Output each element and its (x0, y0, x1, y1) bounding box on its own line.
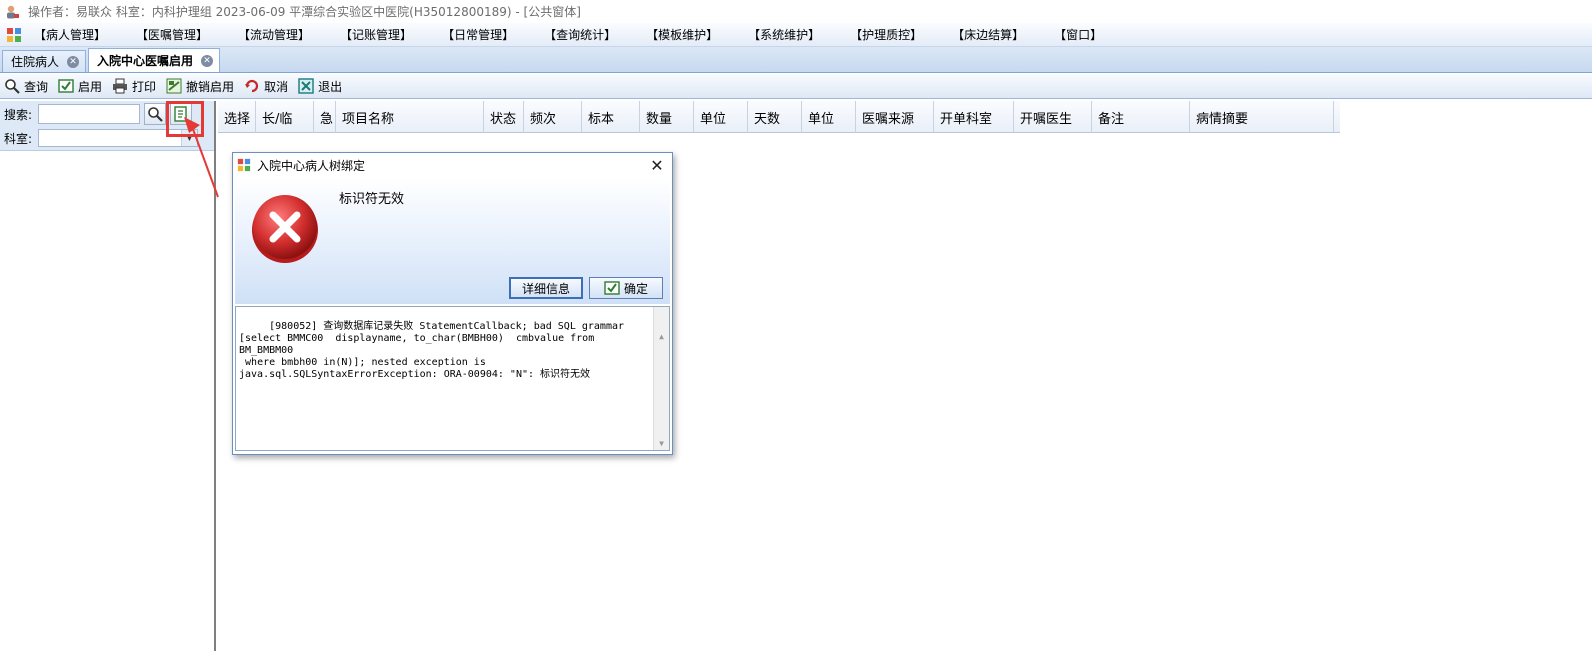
scroll-up-icon[interactable]: ▲ (654, 331, 669, 343)
tab-admission-order-enable[interactable]: 入院中心医嘱启用 ✕ (88, 48, 221, 72)
chevron-down-icon[interactable]: ▼ (181, 130, 197, 146)
col-item-name[interactable]: 项目名称 (336, 101, 484, 133)
enable-button-label: 启用 (78, 79, 103, 94)
col-ordering-dept[interactable]: 开单科室 (934, 101, 1014, 133)
col-status[interactable]: 状态 (484, 101, 524, 133)
menu-query-stats[interactable]: 【查询统计】 (544, 26, 616, 43)
menu-flow[interactable]: 【流动管理】 (238, 26, 310, 43)
query-button-label: 查询 (24, 79, 49, 94)
enable-button[interactable]: 启用 (58, 78, 102, 95)
cancel-enable-button-label: 撤销启用 (186, 79, 235, 94)
detail-scrollbar[interactable]: ▲ ▼ (653, 307, 669, 450)
col-unit[interactable]: 单位 (694, 101, 748, 133)
menu-bedside-settle[interactable]: 【床边结算】 (952, 26, 1024, 43)
search-button[interactable] (144, 103, 166, 125)
cancel-enable-button[interactable]: 撤销启用 (166, 78, 234, 95)
menu-billing[interactable]: 【记账管理】 (340, 26, 412, 43)
search-label: 搜索: (4, 107, 33, 122)
details-button[interactable]: 详细信息 (509, 277, 583, 299)
print-button[interactable]: 打印 (112, 78, 156, 95)
app-menu-icon[interactable] (6, 27, 22, 43)
col-condition-summary[interactable]: 病情摘要 (1190, 101, 1334, 133)
scroll-down-icon[interactable]: ▼ (654, 438, 669, 450)
menu-bar: 【病人管理】 【医嘱管理】 【流动管理】 【记账管理】 【日常管理】 【查询统计… (0, 23, 1592, 47)
undo-enable-icon (166, 78, 182, 94)
document-refresh-icon (174, 106, 187, 122)
dialog-title: 入院中心病人树绑定 (257, 158, 366, 173)
check-icon (604, 281, 620, 295)
exit-button-label: 退出 (318, 79, 343, 94)
menu-window[interactable]: 【窗口】 (1054, 26, 1102, 43)
menu-patient[interactable]: 【病人管理】 (34, 26, 106, 43)
dialog-titlebar: 入院中心病人树绑定 ✕ (233, 153, 672, 177)
order-grid-header: 选择 长/临 急 项目名称 状态 频次 标本 数量 单位 天数 单位 医嘱来源 … (218, 101, 1340, 133)
col-select[interactable]: 选择 (218, 101, 256, 133)
search-icon (148, 107, 163, 122)
dept-select[interactable]: ▼ (38, 129, 198, 147)
col-unit-2[interactable]: 单位 (802, 101, 856, 133)
error-detail-text: [980052] 查询数据库记录失败 StatementCallback; ba… (239, 321, 625, 380)
query-button[interactable]: 查询 (4, 78, 48, 95)
exit-button[interactable]: 退出 (298, 78, 342, 95)
app-menu-icon (237, 158, 251, 172)
search-row: 搜索: (4, 103, 192, 125)
printer-icon (113, 78, 128, 94)
col-specimen[interactable]: 标本 (582, 101, 640, 133)
check-icon (58, 79, 74, 93)
user-app-icon (7, 5, 19, 18)
tab-bar: 住院病人 ✕ 入院中心医嘱启用 ✕ (0, 47, 1592, 73)
col-frequency[interactable]: 频次 (524, 101, 582, 133)
col-quantity[interactable]: 数量 (640, 101, 694, 133)
col-ordering-doctor[interactable]: 开嘱医生 (1014, 101, 1092, 133)
dialog-body: 标识符无效 详细信息 确定 (235, 178, 670, 304)
menu-system[interactable]: 【系统维护】 (748, 26, 820, 43)
dept-row: 科室: ▼ (4, 129, 198, 147)
menu-daily[interactable]: 【日常管理】 (442, 26, 514, 43)
error-icon (252, 195, 318, 263)
search-input[interactable] (38, 104, 140, 124)
search-icon (5, 79, 20, 94)
close-icon[interactable]: ✕ (67, 55, 80, 68)
close-icon[interactable]: ✕ (201, 54, 214, 67)
window-title: 操作者：易联众 科室：内科护理组 2023-06-09 平潭综合实验区中医院(H… (28, 5, 581, 19)
col-remarks[interactable]: 备注 (1092, 101, 1190, 133)
ok-button[interactable]: 确定 (589, 277, 663, 299)
patient-tree-panel: 搜索: 科室: ▼ (0, 101, 216, 651)
tab-inpatients[interactable]: 住院病人 ✕ (2, 50, 87, 72)
close-icon[interactable]: ✕ (642, 154, 672, 176)
menu-templates[interactable]: 【模板维护】 (646, 26, 718, 43)
cancel-button-label: 取消 (264, 79, 289, 94)
cancel-icon (245, 79, 259, 93)
menu-nursing-qc[interactable]: 【护理质控】 (850, 26, 922, 43)
col-long-temp[interactable]: 长/临 (256, 101, 314, 133)
col-days[interactable]: 天数 (748, 101, 802, 133)
toolbar: 查询 启用 打印 撤销启用 取消 退出 (0, 74, 1592, 99)
error-dialog: 入院中心病人树绑定 ✕ 标识符无效 详细信息 确定 [980052] 查询数据库… (232, 152, 673, 455)
tab-admission-order-enable-label: 入院中心医嘱启用 (97, 54, 194, 68)
menu-orders[interactable]: 【医嘱管理】 (136, 26, 208, 43)
exit-icon (298, 78, 314, 94)
error-message: 标识符无效 (339, 192, 405, 207)
error-detail-textarea[interactable]: [980052] 查询数据库记录失败 StatementCallback; ba… (235, 306, 670, 451)
tab-inpatients-label: 住院病人 (11, 55, 60, 69)
col-order-source[interactable]: 医嘱来源 (856, 101, 934, 133)
print-button-label: 打印 (132, 79, 157, 94)
col-urgent[interactable]: 急 (314, 101, 336, 133)
details-button-label: 详细信息 (521, 281, 570, 296)
dept-label: 科室: (4, 131, 33, 146)
cancel-button[interactable]: 取消 (244, 78, 288, 95)
filter-box: 搜索: 科室: ▼ (0, 101, 214, 151)
ok-button-label: 确定 (623, 281, 648, 296)
bind-tree-button[interactable] (170, 103, 192, 125)
window-titlebar: 操作者：易联众 科室：内科护理组 2023-06-09 平潭综合实验区中医院(H… (0, 0, 1592, 23)
